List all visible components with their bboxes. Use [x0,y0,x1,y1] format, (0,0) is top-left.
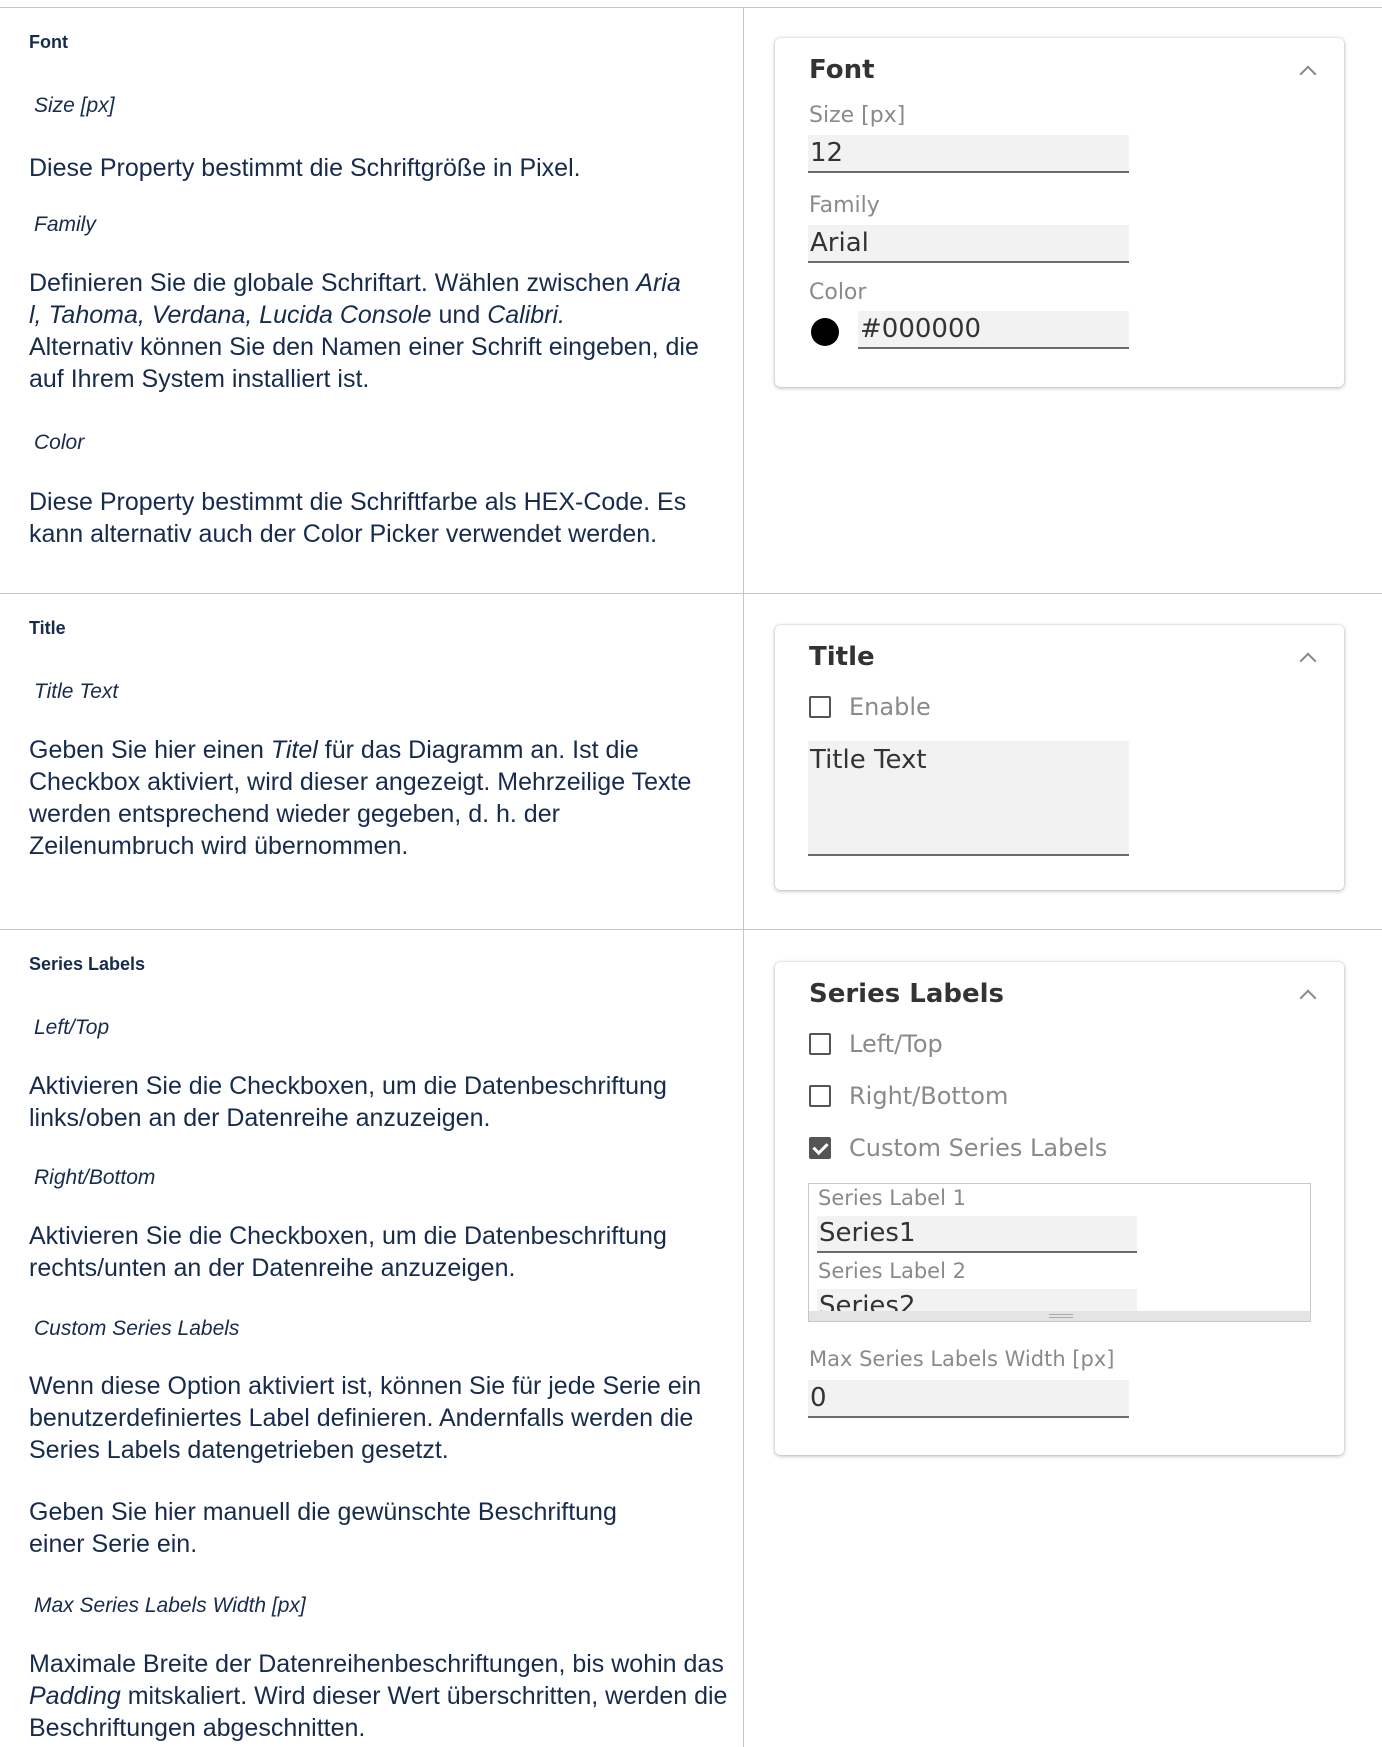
section-heading: Font [29,32,68,52]
left-top-label: Left/Top [849,1030,943,1058]
series-labels-list[interactable]: Series Label 1 Series1 Series Label 2 Se… [808,1183,1311,1322]
section-heading: Series Labels [29,954,146,974]
paragraph: Definieren Sie die globale Schriftart. W… [29,267,729,395]
family-label: Family [809,193,880,218]
chevron-up-icon[interactable] [1299,65,1317,83]
subheading: Left/Top [34,1016,110,1039]
panel-title: Title [809,642,875,672]
section-heading: Title [29,618,66,638]
subheading: Max Series Labels Width [px] [34,1594,306,1617]
right-bottom-label: Right/Bottom [849,1082,1009,1110]
title-text-input[interactable]: Title Text [808,741,1129,856]
table-column-divider [743,7,744,1747]
series-label-1-input[interactable]: Series1 [817,1216,1137,1253]
paragraph: Aktivieren Sie die Checkboxen, um die Da… [29,1222,667,1282]
table-border-top [0,7,1382,8]
table-row-divider [0,593,1382,594]
paragraph: Diese Property bestimmt die Schriftfarbe… [29,488,687,548]
text: Maximale Breite der Datenreihenbeschrift… [29,1650,724,1678]
text: Alternativ können Sie den Namen einer Sc… [29,333,699,393]
series-labels-panel: Series Labels Left/Top Right/Bottom Cust… [775,962,1344,1455]
subheading: Title Text [34,680,119,703]
custom-series-labels-checkbox[interactable] [809,1137,831,1159]
subheading: Size [px] [34,94,115,117]
color-input[interactable]: #000000 [858,311,1129,349]
series-label-2-label: Series Label 2 [818,1259,966,1283]
subheading: Family [34,213,96,236]
font-description: Font Size [px] Diese Property bestimmt d… [29,30,729,548]
color-label: Color [809,280,867,305]
italic-text: Titel [270,736,318,764]
max-width-input[interactable]: 0 [808,1380,1129,1418]
panel-title: Font [809,55,875,85]
italic-text: Calibri. [487,301,565,329]
subheading: Right/Bottom [34,1166,156,1189]
paragraph: Diese Property bestimmt die Schriftgröße… [29,154,581,182]
title-description: Title Title Text Geben Sie hier einen Ti… [29,616,729,860]
enable-label: Enable [849,693,931,721]
enable-checkbox[interactable] [809,696,831,718]
paragraph: Aktivieren Sie die Checkboxen, um die Da… [29,1072,667,1132]
subheading: Color [34,431,85,454]
custom-series-labels-label: Custom Series Labels [849,1134,1108,1162]
paragraph: Maximale Breite der Datenreihenbeschrift… [29,1648,729,1744]
paragraph: Geben Sie hier einen Titel für das Diagr… [29,734,719,862]
family-input[interactable]: Arial [808,225,1129,263]
grip-line [1049,1314,1073,1315]
left-top-checkbox[interactable] [809,1033,831,1055]
subheading: Custom Series Labels [34,1317,240,1340]
title-panel: Title Enable Title Text [775,625,1344,890]
text: Geben Sie hier einen [29,736,271,764]
right-bottom-checkbox[interactable] [809,1085,831,1107]
italic-text: l, Tahoma, Verdana, Lucida Console [29,301,432,329]
paragraph: Wenn diese Option aktiviert ist, können … [29,1372,702,1464]
panel-title: Series Labels [809,979,1004,1009]
italic-text: Aria [636,269,681,297]
series-label-1-label: Series Label 1 [818,1186,966,1210]
font-panel: Font Size [px] 12 Family Arial Color #00… [775,38,1344,387]
chevron-up-icon[interactable] [1299,652,1317,670]
italic-text: Padding [29,1682,121,1710]
color-swatch[interactable] [811,318,839,346]
size-label: Size [px] [809,103,906,128]
size-input[interactable]: 12 [808,135,1129,173]
table-row-divider [0,929,1382,930]
resize-handle[interactable] [809,1311,1310,1321]
text: Definieren Sie die globale Schriftart. W… [29,269,637,297]
series-labels-description: Series Labels Left/Top Aktivieren Sie di… [29,952,729,1742]
text: und [431,301,488,329]
grip-line [1049,1317,1073,1318]
chevron-up-icon[interactable] [1299,989,1317,1007]
max-width-label: Max Series Labels Width [px] [809,1347,1115,1371]
text: mitskaliert. Wird dieser Wert überschrit… [29,1682,728,1742]
paragraph: Geben Sie hier manuell die gewünschte Be… [29,1498,617,1558]
